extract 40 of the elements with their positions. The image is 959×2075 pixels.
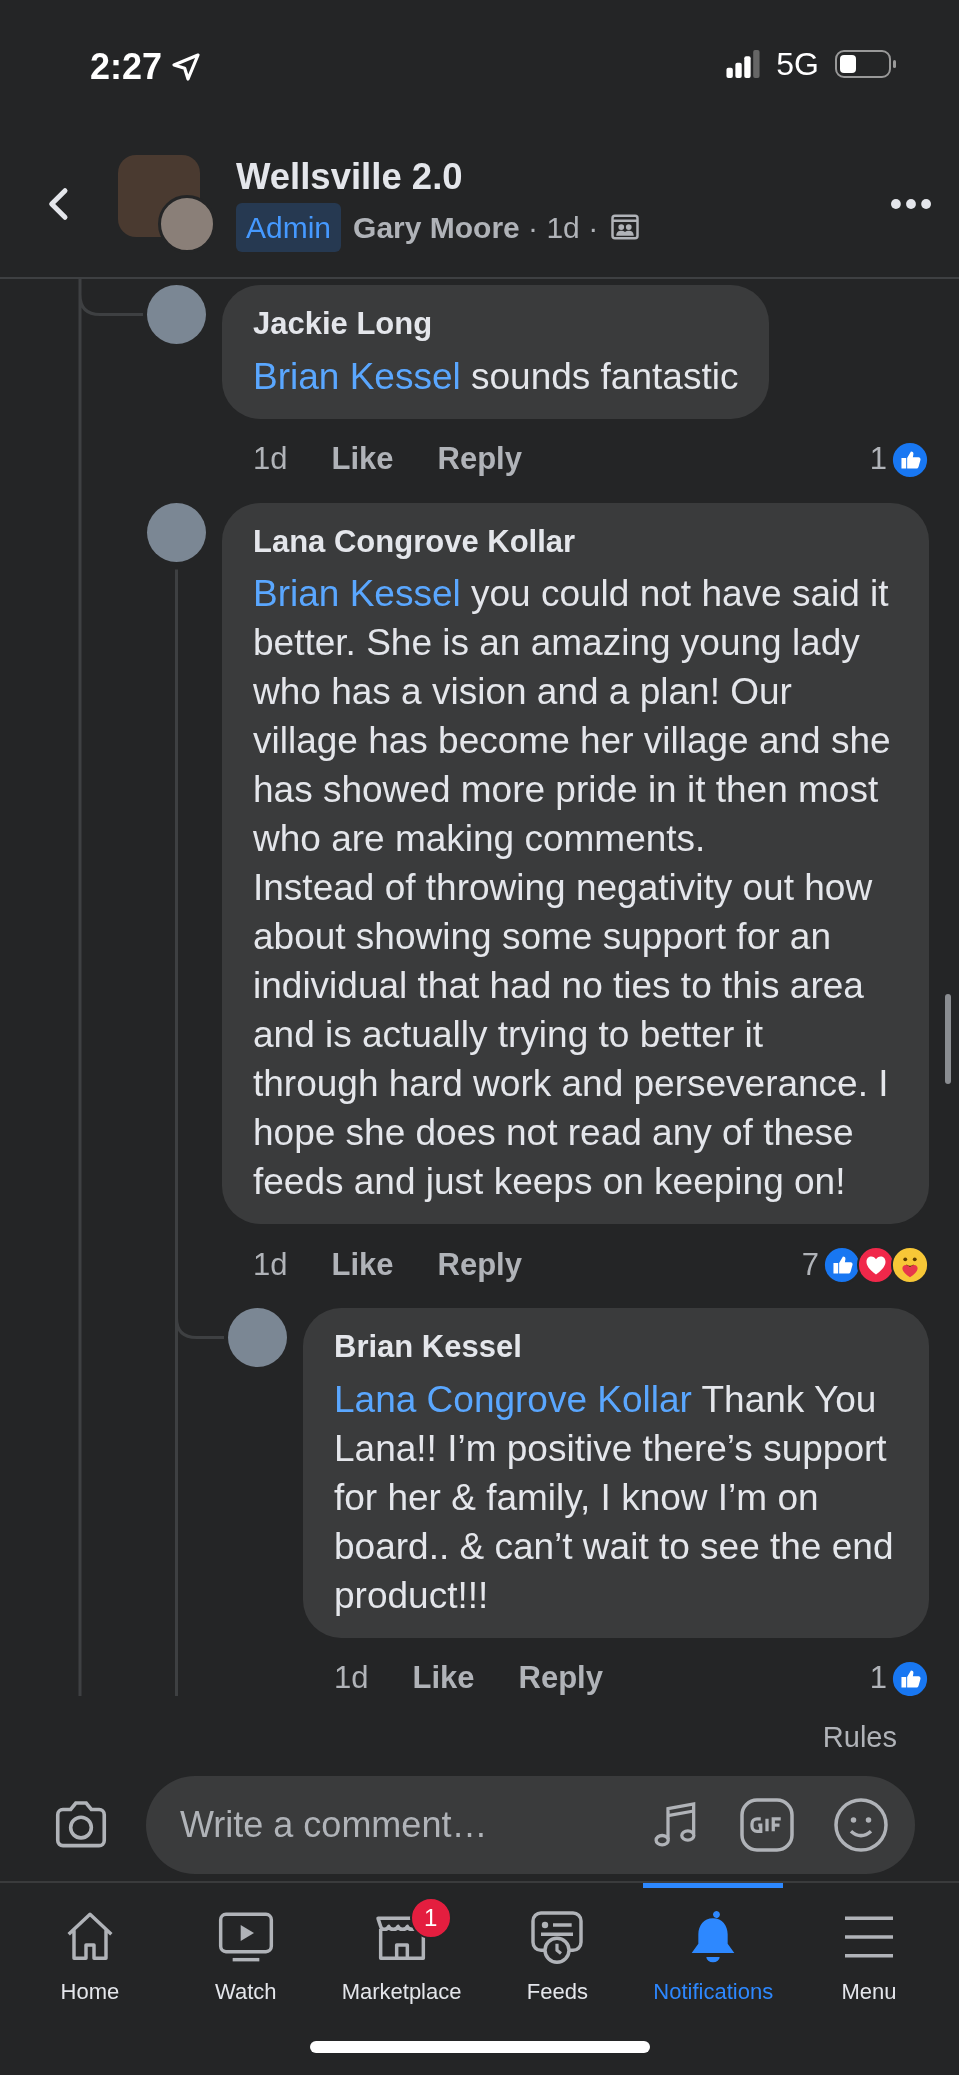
mention-link[interactable]: Brian Kessel <box>253 573 461 614</box>
nav-tab[interactable]: Notifications <box>635 1883 792 2075</box>
comment-text: Lana Congrove Kollar Thank You Lana!! I’m positive there’s support for her & family, I know I’m on board.. & can’t wait to see the end product!!! <box>334 1377 895 1618</box>
comment-time: 1d <box>334 1659 369 1696</box>
comment-text: Brian Kessel you could not have said it better. She is an amazing young lady who has a vision and a plan! Our village has become her village and she has showed more pride in it then most who are making comments. Instead of throwing negativity out how about showing some support for an individual that had no ties to this area and is actually trying to better it through hard work and perseverance. I hope she does not read any of these feeds and just keeps on keeping on! <box>253 572 892 1204</box>
group-title: Wellsville 2.0 <box>236 155 464 199</box>
reaction-count: 1 <box>869 1659 887 1696</box>
mention-link[interactable]: Lana Congrove Kollar <box>334 1378 692 1420</box>
network-label: 5G <box>776 45 819 84</box>
nav-tab[interactable]: Feeds <box>479 1883 636 2075</box>
reply-link[interactable]: Reply <box>518 1655 603 1696</box>
battery-icon <box>835 50 897 78</box>
admin-badge: Admin <box>236 202 342 252</box>
nav-tab[interactable]: Watch <box>167 1883 324 2075</box>
commenter-name[interactable]: Brian Kessel <box>334 1324 898 1371</box>
location-arrow-icon <box>170 51 203 83</box>
reply-link[interactable]: Reply <box>437 1241 522 1289</box>
rules-link[interactable]: Rules <box>50 1716 897 1760</box>
group-members-icon <box>610 212 641 243</box>
post-byline: Gary Moore · 1d · <box>353 209 599 246</box>
nav-tab[interactable]: Home <box>12 1883 168 2075</box>
comment-time: 1d <box>253 440 288 479</box>
like-link[interactable]: Like <box>331 1241 394 1289</box>
commenter-name[interactable]: Jackie Long <box>253 301 739 348</box>
mention-link[interactable]: Brian Kessel <box>253 355 461 397</box>
signal-icon <box>726 50 761 78</box>
comment-time: 1d <box>253 1245 288 1284</box>
commenter-name[interactable]: Lana Congrove Kollar <box>253 518 898 565</box>
like-link[interactable]: Like <box>331 436 394 483</box>
like-link[interactable]: Like <box>412 1655 475 1696</box>
reaction-count: 1 <box>869 440 887 479</box>
status-time: 2:27 <box>90 45 163 89</box>
comment-field[interactable]: Write a comment… <box>146 1775 915 1874</box>
comment-input[interactable]: Write a comment… <box>178 1796 647 1853</box>
comment-text: Brian Kessel sounds fantastic <box>253 354 739 399</box>
reply-link[interactable]: Reply <box>437 436 522 483</box>
notification-badge: 1 <box>409 1897 452 1939</box>
nav-tab[interactable]: Menu <box>791 1883 947 2075</box>
more-icon <box>891 199 931 210</box>
reaction-count: 7 <box>801 1245 819 1284</box>
